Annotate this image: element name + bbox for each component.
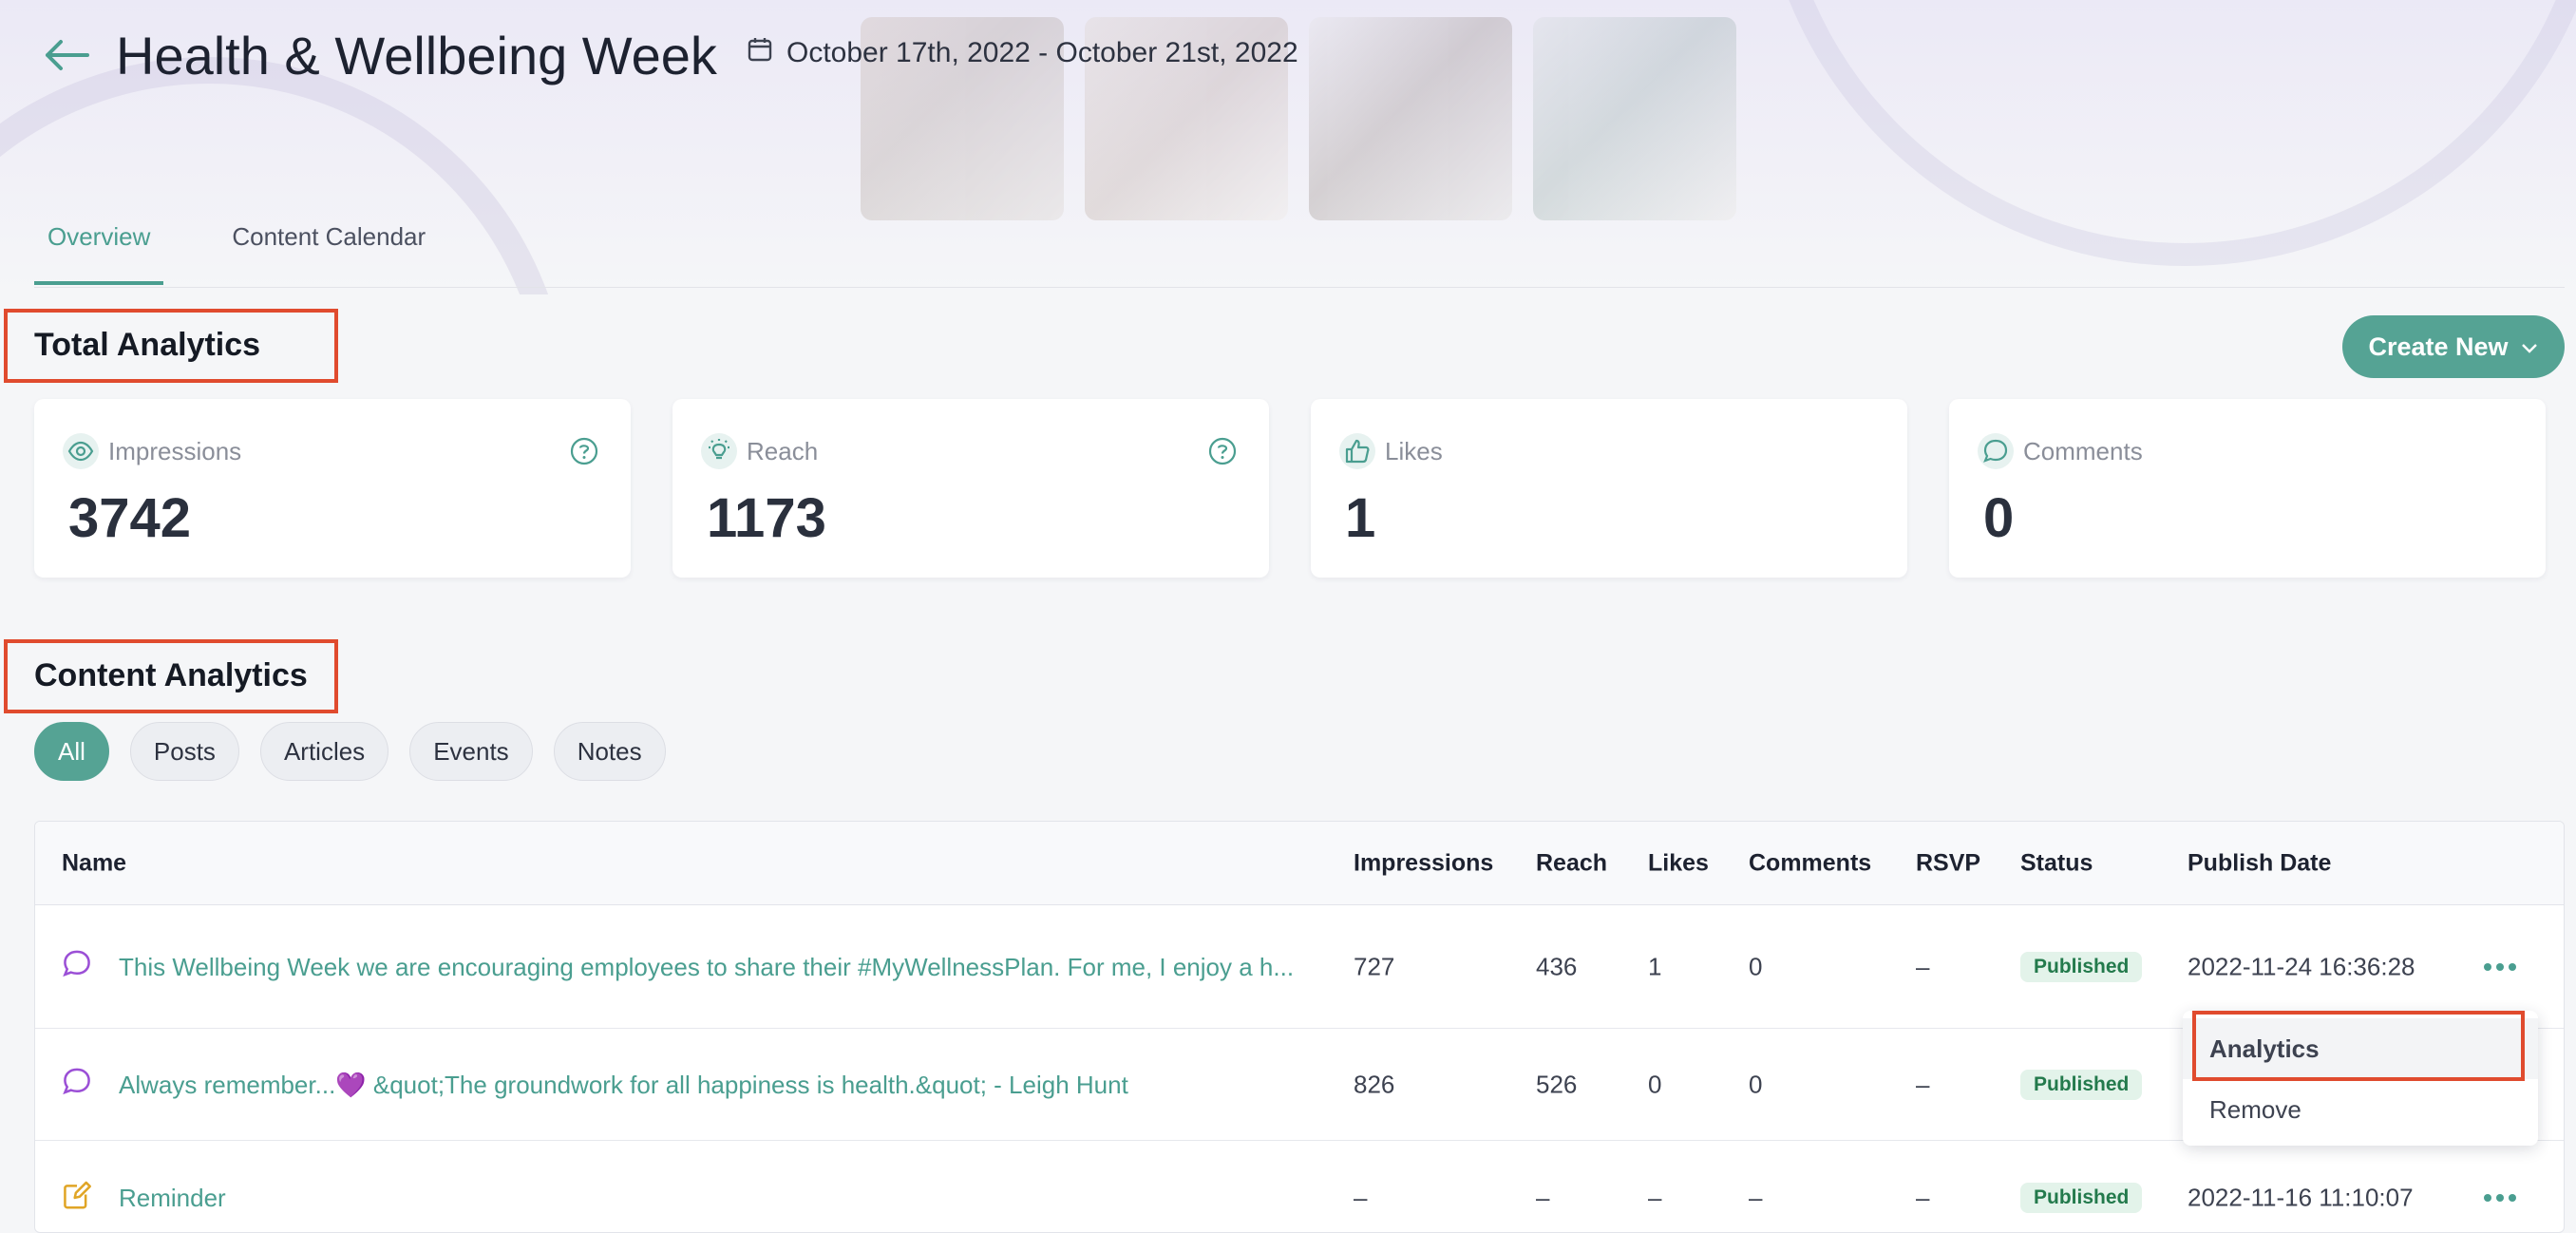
impressions-label: Impressions (108, 436, 242, 465)
status-badge: Published (2020, 1183, 2143, 1213)
likes-label: Likes (1385, 436, 1443, 465)
total-analytics-title: Total Analytics (34, 327, 261, 363)
comments-cell: 0 (1749, 1070, 1763, 1098)
table-header: Name Impressions Reach Likes Comments RS… (35, 822, 2564, 905)
column-header[interactable]: Name (62, 849, 126, 877)
likes-cell: 1 (1648, 952, 1662, 980)
banner-photo (1533, 17, 1736, 220)
filter-posts[interactable]: Posts (129, 722, 239, 781)
table-row[interactable]: This Wellbeing Week we are encouraging e… (35, 905, 2564, 1029)
comments-value: 0 (1983, 487, 2015, 549)
status-badge: Published (2020, 1069, 2143, 1100)
filter-events[interactable]: Events (409, 722, 533, 781)
status-badge: Published (2020, 951, 2143, 982)
likes-cell: – (1648, 1183, 1662, 1212)
eye-icon (63, 433, 99, 469)
help-icon[interactable] (570, 437, 598, 470)
reach-cell: 526 (1536, 1070, 1578, 1098)
back-arrow-icon[interactable] (42, 34, 91, 76)
chat-bubble-icon (62, 948, 92, 985)
impressions-cell: 727 (1354, 952, 1395, 980)
menu-item-remove[interactable]: Remove (2183, 1079, 2538, 1140)
tab-bar: Overview Content Calendar (34, 217, 439, 285)
column-header[interactable]: Publish Date (2188, 849, 2331, 877)
likes-cell: 0 (1648, 1070, 1662, 1098)
table-row[interactable]: Reminder – – – – – Published 2022-11-16 … (35, 1141, 2564, 1232)
publish-date-cell: 2022-11-24 16:36:28 (2188, 952, 2415, 980)
highlight-box (2192, 1011, 2525, 1081)
more-options-icon[interactable] (2484, 1194, 2516, 1202)
impressions-cell: – (1354, 1183, 1368, 1212)
reach-cell: 436 (1536, 952, 1578, 980)
reach-card: Reach 1173 (672, 399, 1269, 578)
column-header[interactable]: Likes (1648, 849, 1709, 877)
content-filters: All Posts Articles Events Notes (34, 722, 666, 781)
date-range: October 17th, 2022 - October 21st, 2022 (747, 36, 1298, 70)
publish-date-cell: 2022-11-16 11:10:07 (2188, 1183, 2414, 1212)
impressions-card: Impressions 3742 (34, 399, 631, 578)
rsvp-cell: – (1916, 952, 1930, 980)
impressions-cell: 826 (1354, 1070, 1395, 1098)
column-header[interactable]: Reach (1536, 849, 1607, 877)
content-analytics-title: Content Analytics (34, 657, 308, 693)
stat-cards: Impressions 3742 Reach 1173 Likes 1 Comm… (34, 399, 2546, 578)
create-new-label: Create New (2368, 332, 2509, 361)
chat-bubble-icon (62, 1066, 92, 1103)
date-range-text: October 17th, 2022 - October 21st, 2022 (786, 37, 1298, 68)
filter-notes[interactable]: Notes (553, 722, 666, 781)
chat-bubble-icon (1978, 433, 2014, 469)
help-icon[interactable] (1208, 437, 1237, 470)
column-header[interactable]: Status (2020, 849, 2093, 877)
note-edit-icon (62, 1180, 92, 1217)
lightbulb-icon (701, 433, 737, 469)
comments-cell: 0 (1749, 952, 1763, 980)
divider (34, 287, 2565, 288)
filter-articles[interactable]: Articles (259, 722, 389, 781)
tab-overview[interactable]: Overview (34, 217, 164, 285)
column-header[interactable]: Comments (1749, 849, 1871, 877)
content-name-link[interactable]: Reminder (119, 1181, 1354, 1215)
content-name-link[interactable]: This Wellbeing Week we are encouraging e… (119, 950, 1354, 984)
banner-photo (1309, 17, 1512, 220)
tab-content-calendar[interactable]: Content Calendar (218, 217, 439, 285)
more-options-icon[interactable] (2484, 962, 2516, 971)
column-header[interactable]: Impressions (1354, 849, 1493, 877)
column-header[interactable]: RSVP (1916, 849, 1980, 877)
filter-all[interactable]: All (34, 722, 109, 781)
impressions-value: 3742 (68, 487, 192, 549)
chevron-down-icon (2520, 332, 2539, 362)
rsvp-cell: – (1916, 1183, 1930, 1212)
reach-cell: – (1536, 1183, 1550, 1212)
page-title: Health & Wellbeing Week (116, 26, 717, 85)
likes-card: Likes 1 (1311, 399, 1907, 578)
comments-cell: – (1749, 1183, 1763, 1212)
create-new-button[interactable]: Create New (2342, 315, 2565, 378)
likes-value: 1 (1345, 487, 1376, 549)
reach-label: Reach (747, 436, 819, 465)
content-name-link[interactable]: Always remember...💜 &quot;The groundwork… (119, 1068, 1354, 1102)
decorative-arc (1757, 0, 2576, 266)
comments-card: Comments 0 (1949, 399, 2546, 578)
calendar-icon (747, 36, 773, 70)
thumbs-up-icon (1339, 433, 1375, 469)
reach-value: 1173 (707, 487, 826, 549)
rsvp-cell: – (1916, 1070, 1930, 1098)
comments-label: Comments (2023, 436, 2143, 465)
